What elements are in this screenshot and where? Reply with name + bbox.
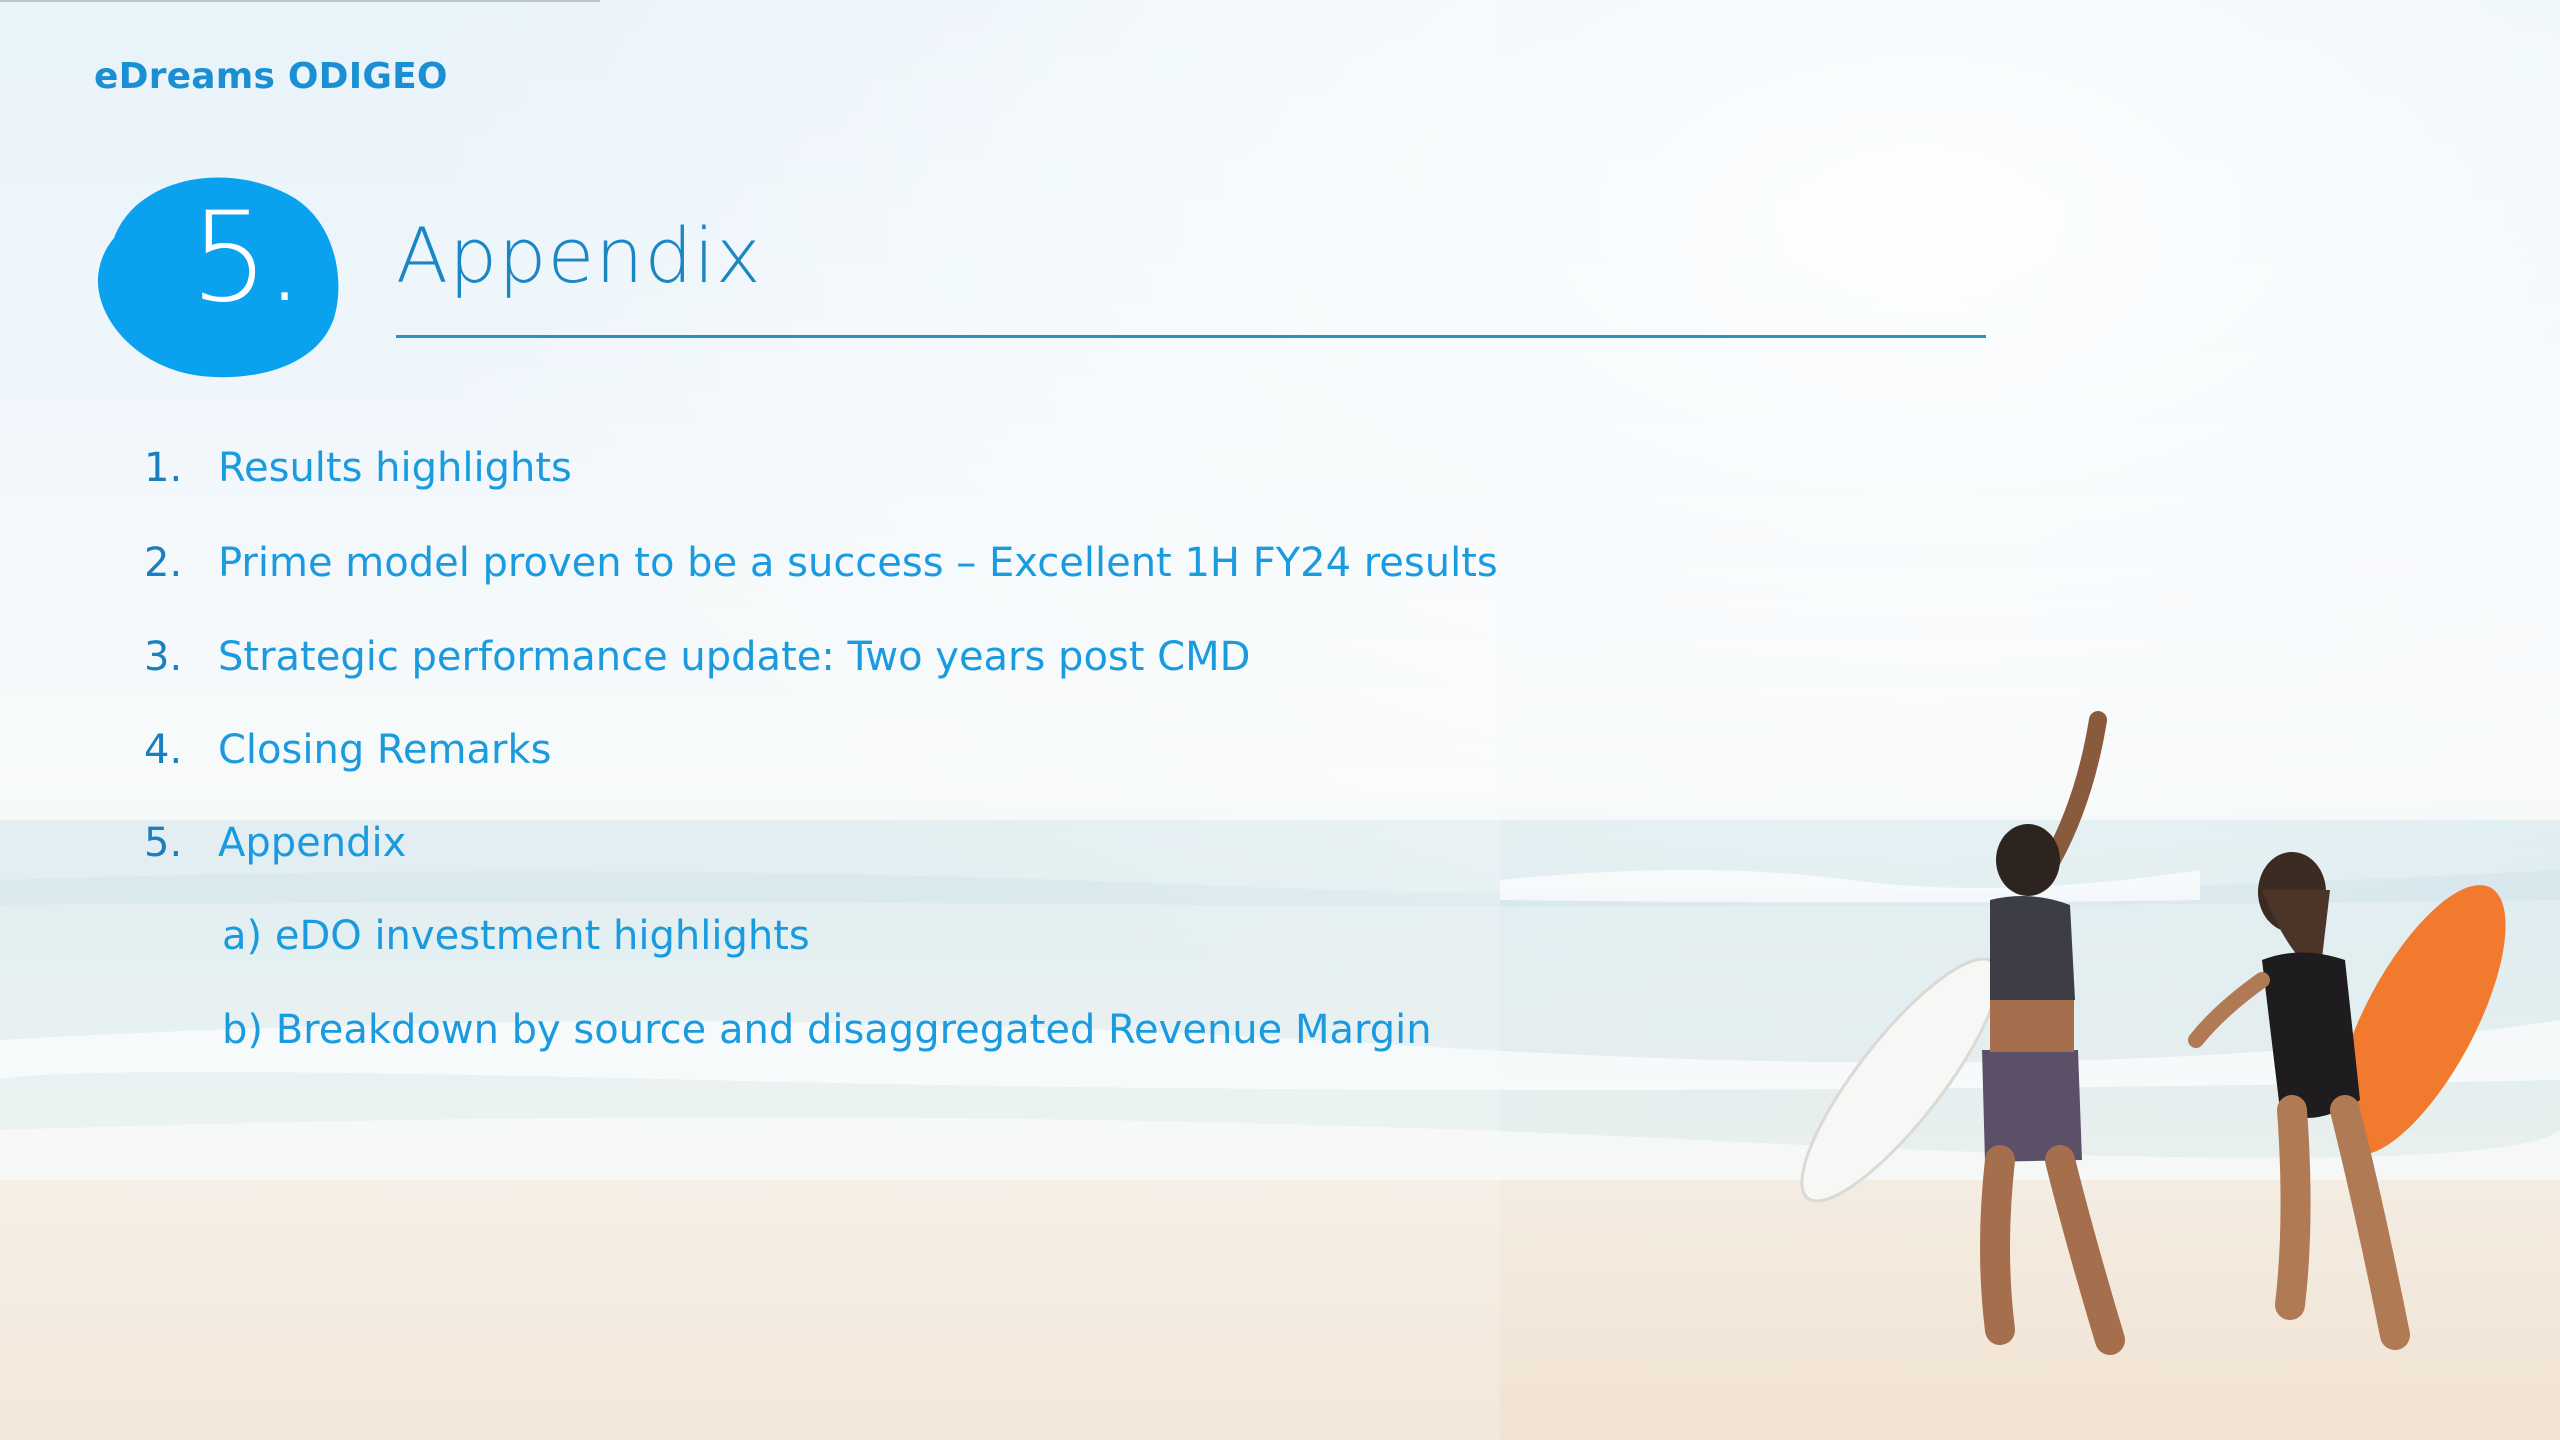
- top-divider: [0, 0, 600, 2]
- agenda-item: 1. Results highlights: [144, 448, 572, 488]
- agenda-item: 5. Appendix: [144, 823, 406, 863]
- agenda-item-label: Appendix: [218, 820, 407, 866]
- agenda-item: 4. Closing Remarks: [144, 730, 551, 770]
- agenda-item-label: Closing Remarks: [218, 727, 552, 773]
- brand-logo-text: eDreams ODIGEO: [94, 56, 448, 97]
- agenda-item-label: Prime model proven to be a success – Exc…: [218, 540, 1498, 586]
- beach-surfers-photo: [0, 0, 2560, 1440]
- agenda-item-number: 1.: [144, 445, 183, 491]
- agenda-item-label: Strategic performance update: Two years …: [218, 634, 1251, 680]
- agenda-item: 2. Prime model proven to be a success – E…: [144, 543, 1498, 583]
- agenda-item-number: 3.: [144, 634, 183, 680]
- agenda-item-label: Results highlights: [218, 445, 572, 491]
- title-divider: [396, 335, 1986, 338]
- section-number: 5.: [190, 186, 304, 330]
- agenda-item-number: 2.: [144, 540, 183, 586]
- slide: eDreams ODIGEO 5. Appendix 1. Results hig…: [0, 0, 2560, 1440]
- agenda-item-number: 4.: [144, 727, 183, 773]
- agenda-subitem: a) eDO investment highlights: [222, 913, 810, 959]
- section-title: Appendix: [396, 211, 762, 300]
- agenda-subitem: b) Breakdown by source and disaggregated…: [222, 1007, 1432, 1053]
- agenda-item: 3. Strategic performance update: Two year…: [144, 637, 1250, 677]
- agenda-item-number: 5.: [144, 820, 183, 866]
